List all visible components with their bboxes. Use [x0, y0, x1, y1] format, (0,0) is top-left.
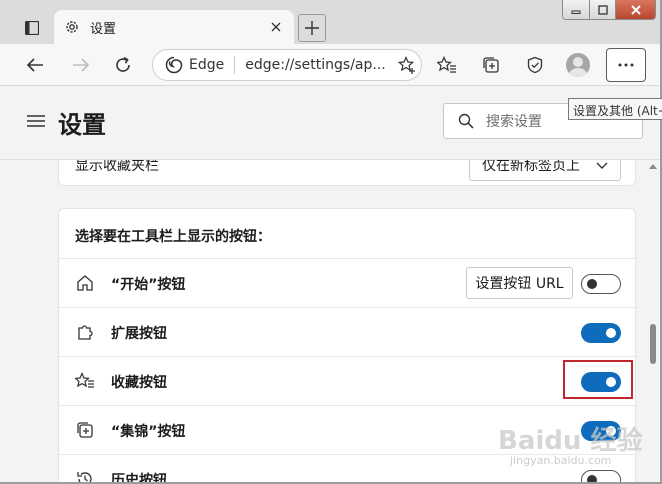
- home-icon: [75, 273, 95, 293]
- add-favorite-icon[interactable]: [397, 56, 416, 74]
- minimize-button[interactable]: [563, 0, 589, 19]
- refresh-button[interactable]: [108, 50, 138, 80]
- forward-button[interactable]: [66, 50, 96, 80]
- tab-actions-button[interactable]: [20, 16, 44, 40]
- favorites-bar-label: 显示收藏夹栏: [75, 160, 159, 174]
- tab-title: 设置: [90, 21, 117, 37]
- row-extensions-button: 扩展按钮: [59, 307, 637, 356]
- edge-logo-icon: [165, 56, 183, 74]
- row-label: 扩展按钮: [111, 326, 167, 342]
- row-favorites-button: 收藏按钮: [59, 356, 637, 405]
- row-label: “开始”按钮: [111, 277, 186, 293]
- favorites-button[interactable]: [432, 50, 462, 80]
- new-tab-button[interactable]: [298, 14, 326, 42]
- favorites-bar-card: 显示收藏夹栏 仅在新标签页上: [58, 160, 636, 186]
- set-button-url-button[interactable]: 设置按钮 URL: [466, 267, 573, 299]
- row-label: “集锦”按钮: [111, 424, 186, 440]
- page-title: 设置: [58, 111, 106, 139]
- menu-lines-icon: [27, 115, 45, 127]
- minimize-icon: [571, 10, 581, 14]
- search-icon: [458, 113, 474, 129]
- hamburger-menu-icon[interactable]: [26, 113, 46, 129]
- forward-arrow-icon: [73, 58, 90, 72]
- plus-icon: [305, 21, 319, 35]
- dropdown-value: 仅在新标签页上: [482, 160, 580, 174]
- edge-label: Edge: [189, 57, 225, 73]
- title-bar: 设置: [0, 0, 662, 44]
- address-bar[interactable]: Edge edge://settings/ap...: [152, 49, 422, 81]
- address-separator: [234, 56, 236, 74]
- puzzle-icon: [75, 322, 95, 342]
- watermark-logo: Baidu 经验: [498, 426, 643, 456]
- tab-actions-icon: [25, 21, 39, 35]
- close-icon: [630, 5, 641, 15]
- scroll-thumb[interactable]: [650, 324, 656, 364]
- watermark-url: jingyan.baidu.com: [510, 454, 612, 467]
- row-label: 收藏按钮: [111, 375, 167, 391]
- close-window-button[interactable]: [615, 0, 655, 19]
- back-arrow-icon: [26, 58, 43, 72]
- highlight-box: [563, 360, 633, 399]
- scrollbar[interactable]: [646, 160, 660, 484]
- window-controls: [562, 0, 656, 20]
- chevron-down-icon: [596, 162, 608, 169]
- close-icon: [271, 22, 281, 32]
- url-text[interactable]: edge://settings/ap...: [245, 57, 386, 73]
- collections-icon: [483, 57, 499, 73]
- more-dots-icon: [618, 63, 634, 67]
- favorites-bar-dropdown[interactable]: 仅在新标签页上: [469, 160, 621, 181]
- refresh-icon: [116, 56, 130, 72]
- collections-button[interactable]: [476, 50, 506, 80]
- settings-header: 设置 搜索设置: [0, 87, 660, 160]
- section-title: 选择要在工具栏上显示的按钮：: [75, 229, 271, 245]
- tab-settings[interactable]: 设置: [54, 10, 294, 44]
- profile-avatar[interactable]: [566, 53, 590, 77]
- maximize-button[interactable]: [589, 0, 615, 19]
- browser-toolbar: Edge edge://settings/ap...: [0, 44, 662, 86]
- maximize-icon: [597, 5, 608, 15]
- scroll-up-arrow-icon[interactable]: [649, 164, 657, 169]
- settings-and-more-button[interactable]: [606, 48, 646, 82]
- favorites-icon: [75, 371, 95, 391]
- extensions-button[interactable]: [520, 50, 550, 80]
- tab-close-button[interactable]: [268, 19, 284, 35]
- back-button[interactable]: [20, 50, 50, 80]
- row-start-button: “开始”按钮 设置按钮 URL: [59, 258, 637, 307]
- search-placeholder: 搜索设置: [486, 114, 542, 130]
- extensions-button-toggle[interactable]: [581, 323, 621, 343]
- start-button-toggle[interactable]: [581, 274, 621, 294]
- browser-essentials-icon: [527, 56, 543, 74]
- collections-icon: [75, 420, 95, 440]
- favorites-icon: [437, 56, 456, 73]
- gear-icon: [66, 21, 78, 33]
- tooltip: 设置及其他 (Alt+F): [568, 98, 662, 120]
